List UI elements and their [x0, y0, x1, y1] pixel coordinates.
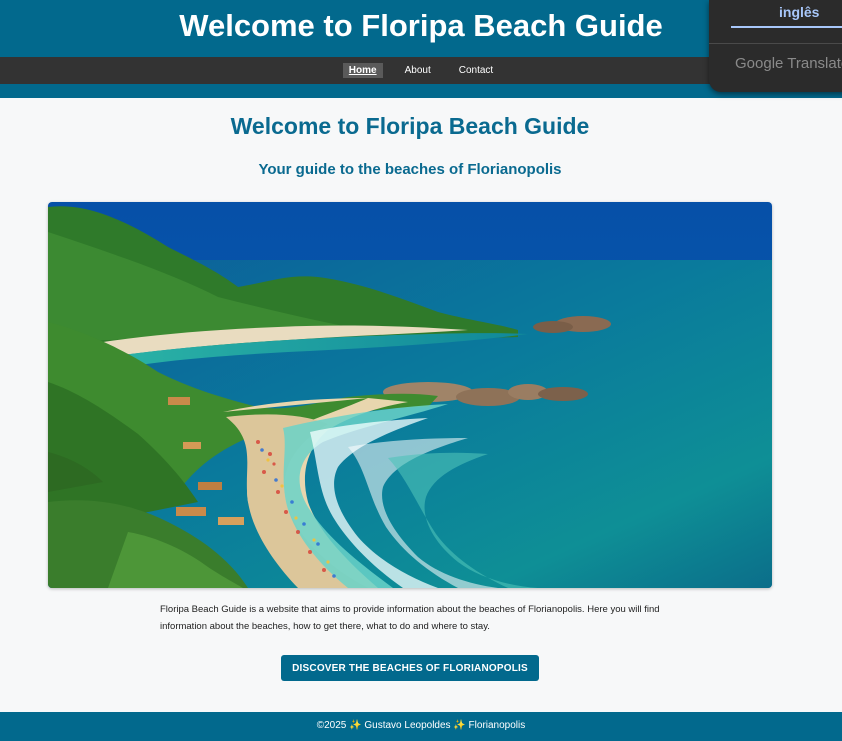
footer-text: ©2025 ✨ Gustavo Leopoldes ✨ Florianopoli… [316, 720, 526, 731]
beach-photo-illustration [48, 202, 772, 588]
site-footer: ©2025 ✨ Gustavo Leopoldes ✨ Florianopoli… [0, 712, 842, 741]
google-translate-logo: Google Translate [735, 55, 842, 72]
translate-language-tab[interactable]: inglês [731, 0, 842, 28]
nav-about-link[interactable]: About [399, 63, 437, 78]
page-subtitle: Your guide to the beaches of Florianopol… [258, 161, 562, 178]
google-translate-panel: inglês Google Translate [709, 0, 842, 92]
nav-contact-link[interactable]: Contact [453, 63, 499, 78]
beach-hero-image [48, 202, 772, 588]
discover-beaches-button[interactable]: DISCOVER THE BEACHES OF FLORIANOPOLIS [281, 655, 539, 681]
intro-paragraph: Floripa Beach Guide is a website that ai… [160, 604, 660, 632]
translate-divider [709, 43, 842, 44]
page-title: Welcome to Floripa Beach Guide [230, 113, 590, 139]
nav-home-link[interactable]: Home [342, 63, 383, 78]
